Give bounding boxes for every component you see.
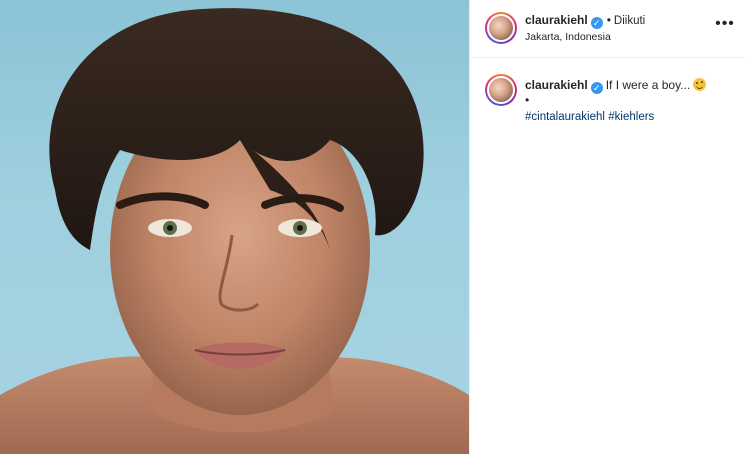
caption-verified-badge-icon: ✓ xyxy=(590,82,603,94)
hashtag-list: #cintalaurakiehl #kiehlers xyxy=(525,109,730,125)
header-username-link[interactable]: claurakiehl xyxy=(525,13,588,27)
avatar[interactable] xyxy=(485,12,517,44)
caption-avatar[interactable] xyxy=(485,74,517,106)
header-title-line: claurakiehl ✓ • Diikuti xyxy=(525,13,645,29)
location-link[interactable]: Jakarta, Indonesia xyxy=(525,31,611,43)
caption-body: If I were a boy... xyxy=(605,78,691,92)
hashtag-link[interactable]: #kiehlers xyxy=(608,111,654,123)
portrait-image xyxy=(0,8,469,454)
caption-bullet: • xyxy=(525,93,530,107)
post-header: claurakiehl ✓ • Diikuti Jakarta, Indonesia … xyxy=(470,0,745,58)
hashtag-link[interactable]: #cintalaurakiehl xyxy=(525,111,605,123)
caption-text-block: claurakiehl ✓ If I were a boy... • #cintal… xyxy=(525,78,730,125)
header-separator: • xyxy=(606,13,611,27)
post-side-panel: claurakiehl ✓ • Diikuti Jakarta, Indonesia … xyxy=(469,0,745,454)
post-photo[interactable] xyxy=(0,0,469,454)
verified-badge-icon: ✓ xyxy=(590,17,603,29)
caption-username-link[interactable]: claurakiehl xyxy=(525,78,588,92)
follow-button[interactable]: Diikuti xyxy=(614,15,645,27)
winking-tongue-emoji-icon xyxy=(693,78,707,91)
instagram-post: claurakiehl ✓ • Diikuti Jakarta, Indonesia … xyxy=(0,0,745,454)
more-options-icon[interactable]: ••• xyxy=(714,16,736,35)
